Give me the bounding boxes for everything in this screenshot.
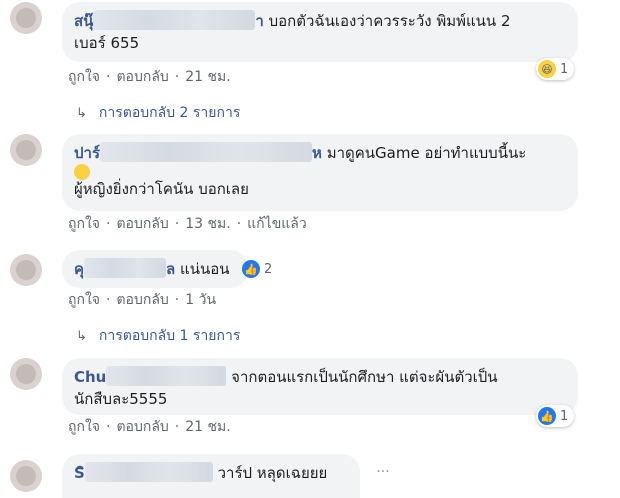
view-replies-link[interactable]: ↳ การตอบกลับ 1 รายการ bbox=[76, 327, 240, 346]
reaction-count[interactable]: 😆 1 bbox=[536, 58, 575, 80]
edited-label[interactable]: แก้ไขแล้ว bbox=[247, 216, 307, 232]
laughing-emoji-icon bbox=[74, 164, 90, 180]
like-icon: 👍 bbox=[242, 260, 260, 278]
view-replies-link[interactable]: ↳ การตอบกลับ 2 รายการ bbox=[76, 104, 240, 123]
avatar[interactable] bbox=[10, 460, 42, 492]
comment-author[interactable]: Chu bbox=[74, 366, 227, 386]
comment-actions: ถูกใจ · ตอบกลับ · 13 ชม. · แก้ไขแล้ว bbox=[68, 216, 307, 232]
comment-author[interactable]: คุล bbox=[74, 258, 175, 278]
reply-arrow-icon: ↳ bbox=[76, 106, 87, 121]
comment-time[interactable]: 13 ชม. bbox=[185, 216, 230, 232]
comment-bubble: คุล แน่นอน bbox=[62, 250, 248, 288]
reply-link[interactable]: ตอบกลับ bbox=[116, 69, 168, 85]
comment-actions: ถูกใจ · ตอบกลับ · 21 ชม. bbox=[68, 69, 231, 85]
like-link[interactable]: ถูกใจ bbox=[68, 419, 100, 435]
comment-text: วาร์ป หลุดเฉยยย bbox=[217, 464, 328, 482]
comment-actions: ถูกใจ · ตอบกลับ · 1 วัน bbox=[68, 292, 217, 308]
comment-actions: ถูกใจ · ตอบกลับ · 21 ชม. bbox=[68, 419, 231, 435]
comment-author[interactable]: ปาร์ห bbox=[74, 142, 322, 162]
like-icon: 👍 bbox=[538, 407, 556, 425]
comment-bubble: ปาร์ห มาดูคนGame อย่าทำแบบนี้นะ ผู้หญิงย… bbox=[62, 134, 578, 211]
comment-line: สนุ๊า บอกตัวฉันเองว่าควรระวัง พิมพ์แนน 2 bbox=[74, 10, 566, 32]
reaction-count[interactable]: 👍 1 bbox=[536, 405, 575, 427]
reply-arrow-icon: ↳ bbox=[76, 329, 87, 344]
like-link[interactable]: ถูกใจ bbox=[68, 216, 100, 232]
haha-icon: 😆 bbox=[538, 60, 556, 78]
comment-line: ปาร์ห มาดูคนGame อย่าทำแบบนี้นะ bbox=[74, 142, 566, 164]
comment-bubble: Sิ วาร์ป หลุดเฉยยย bbox=[62, 454, 360, 498]
comment-time[interactable]: 1 วัน bbox=[185, 292, 216, 308]
comment-text: มาดูคนGame อย่าทำแบบนี้นะ bbox=[326, 144, 527, 162]
comment-bubble: สนุ๊า บอกตัวฉันเองว่าควรระวัง พิมพ์แนน 2… bbox=[62, 2, 578, 62]
comment-time[interactable]: 21 ชม. bbox=[185, 69, 230, 85]
emoji-row bbox=[74, 164, 566, 180]
comment-text-continued: ผู้หญิงยิ่งกว่าโคนัน บอกเลย bbox=[74, 180, 249, 198]
avatar[interactable] bbox=[10, 358, 42, 390]
reaction-count[interactable]: 👍 2 bbox=[242, 258, 272, 280]
avatar[interactable] bbox=[10, 254, 42, 286]
comment-text: จากตอนแรกเป็นนักศึกษา แต่จะผันตัวเป็น bbox=[231, 368, 498, 386]
comment-author[interactable]: Sิ bbox=[74, 462, 213, 482]
reply-link[interactable]: ตอบกลับ bbox=[116, 216, 168, 232]
comment-bubble: Chu จากตอนแรกเป็นนักศึกษา แต่จะผันตัวเป็… bbox=[62, 358, 578, 415]
comment-line: Chu จากตอนแรกเป็นนักศึกษา แต่จะผันตัวเป็… bbox=[74, 366, 566, 388]
more-options-icon[interactable]: ··· bbox=[372, 462, 394, 484]
reply-link[interactable]: ตอบกลับ bbox=[116, 419, 168, 435]
comment-text: แน่นอน bbox=[180, 260, 230, 278]
comment-text-continued: นักสืบละ5555 bbox=[74, 390, 168, 408]
comment-author[interactable]: สนุ๊า bbox=[74, 10, 264, 30]
avatar[interactable] bbox=[10, 134, 42, 166]
comment-text-continued: เบอร์ 655 bbox=[74, 34, 140, 52]
avatar[interactable] bbox=[10, 2, 42, 34]
reply-link[interactable]: ตอบกลับ bbox=[116, 292, 168, 308]
like-link[interactable]: ถูกใจ bbox=[68, 69, 100, 85]
comment-text: บอกตัวฉันเองว่าควรระวัง พิมพ์แนน 2 bbox=[268, 12, 511, 30]
like-link[interactable]: ถูกใจ bbox=[68, 292, 100, 308]
comment-time[interactable]: 21 ชม. bbox=[185, 419, 230, 435]
